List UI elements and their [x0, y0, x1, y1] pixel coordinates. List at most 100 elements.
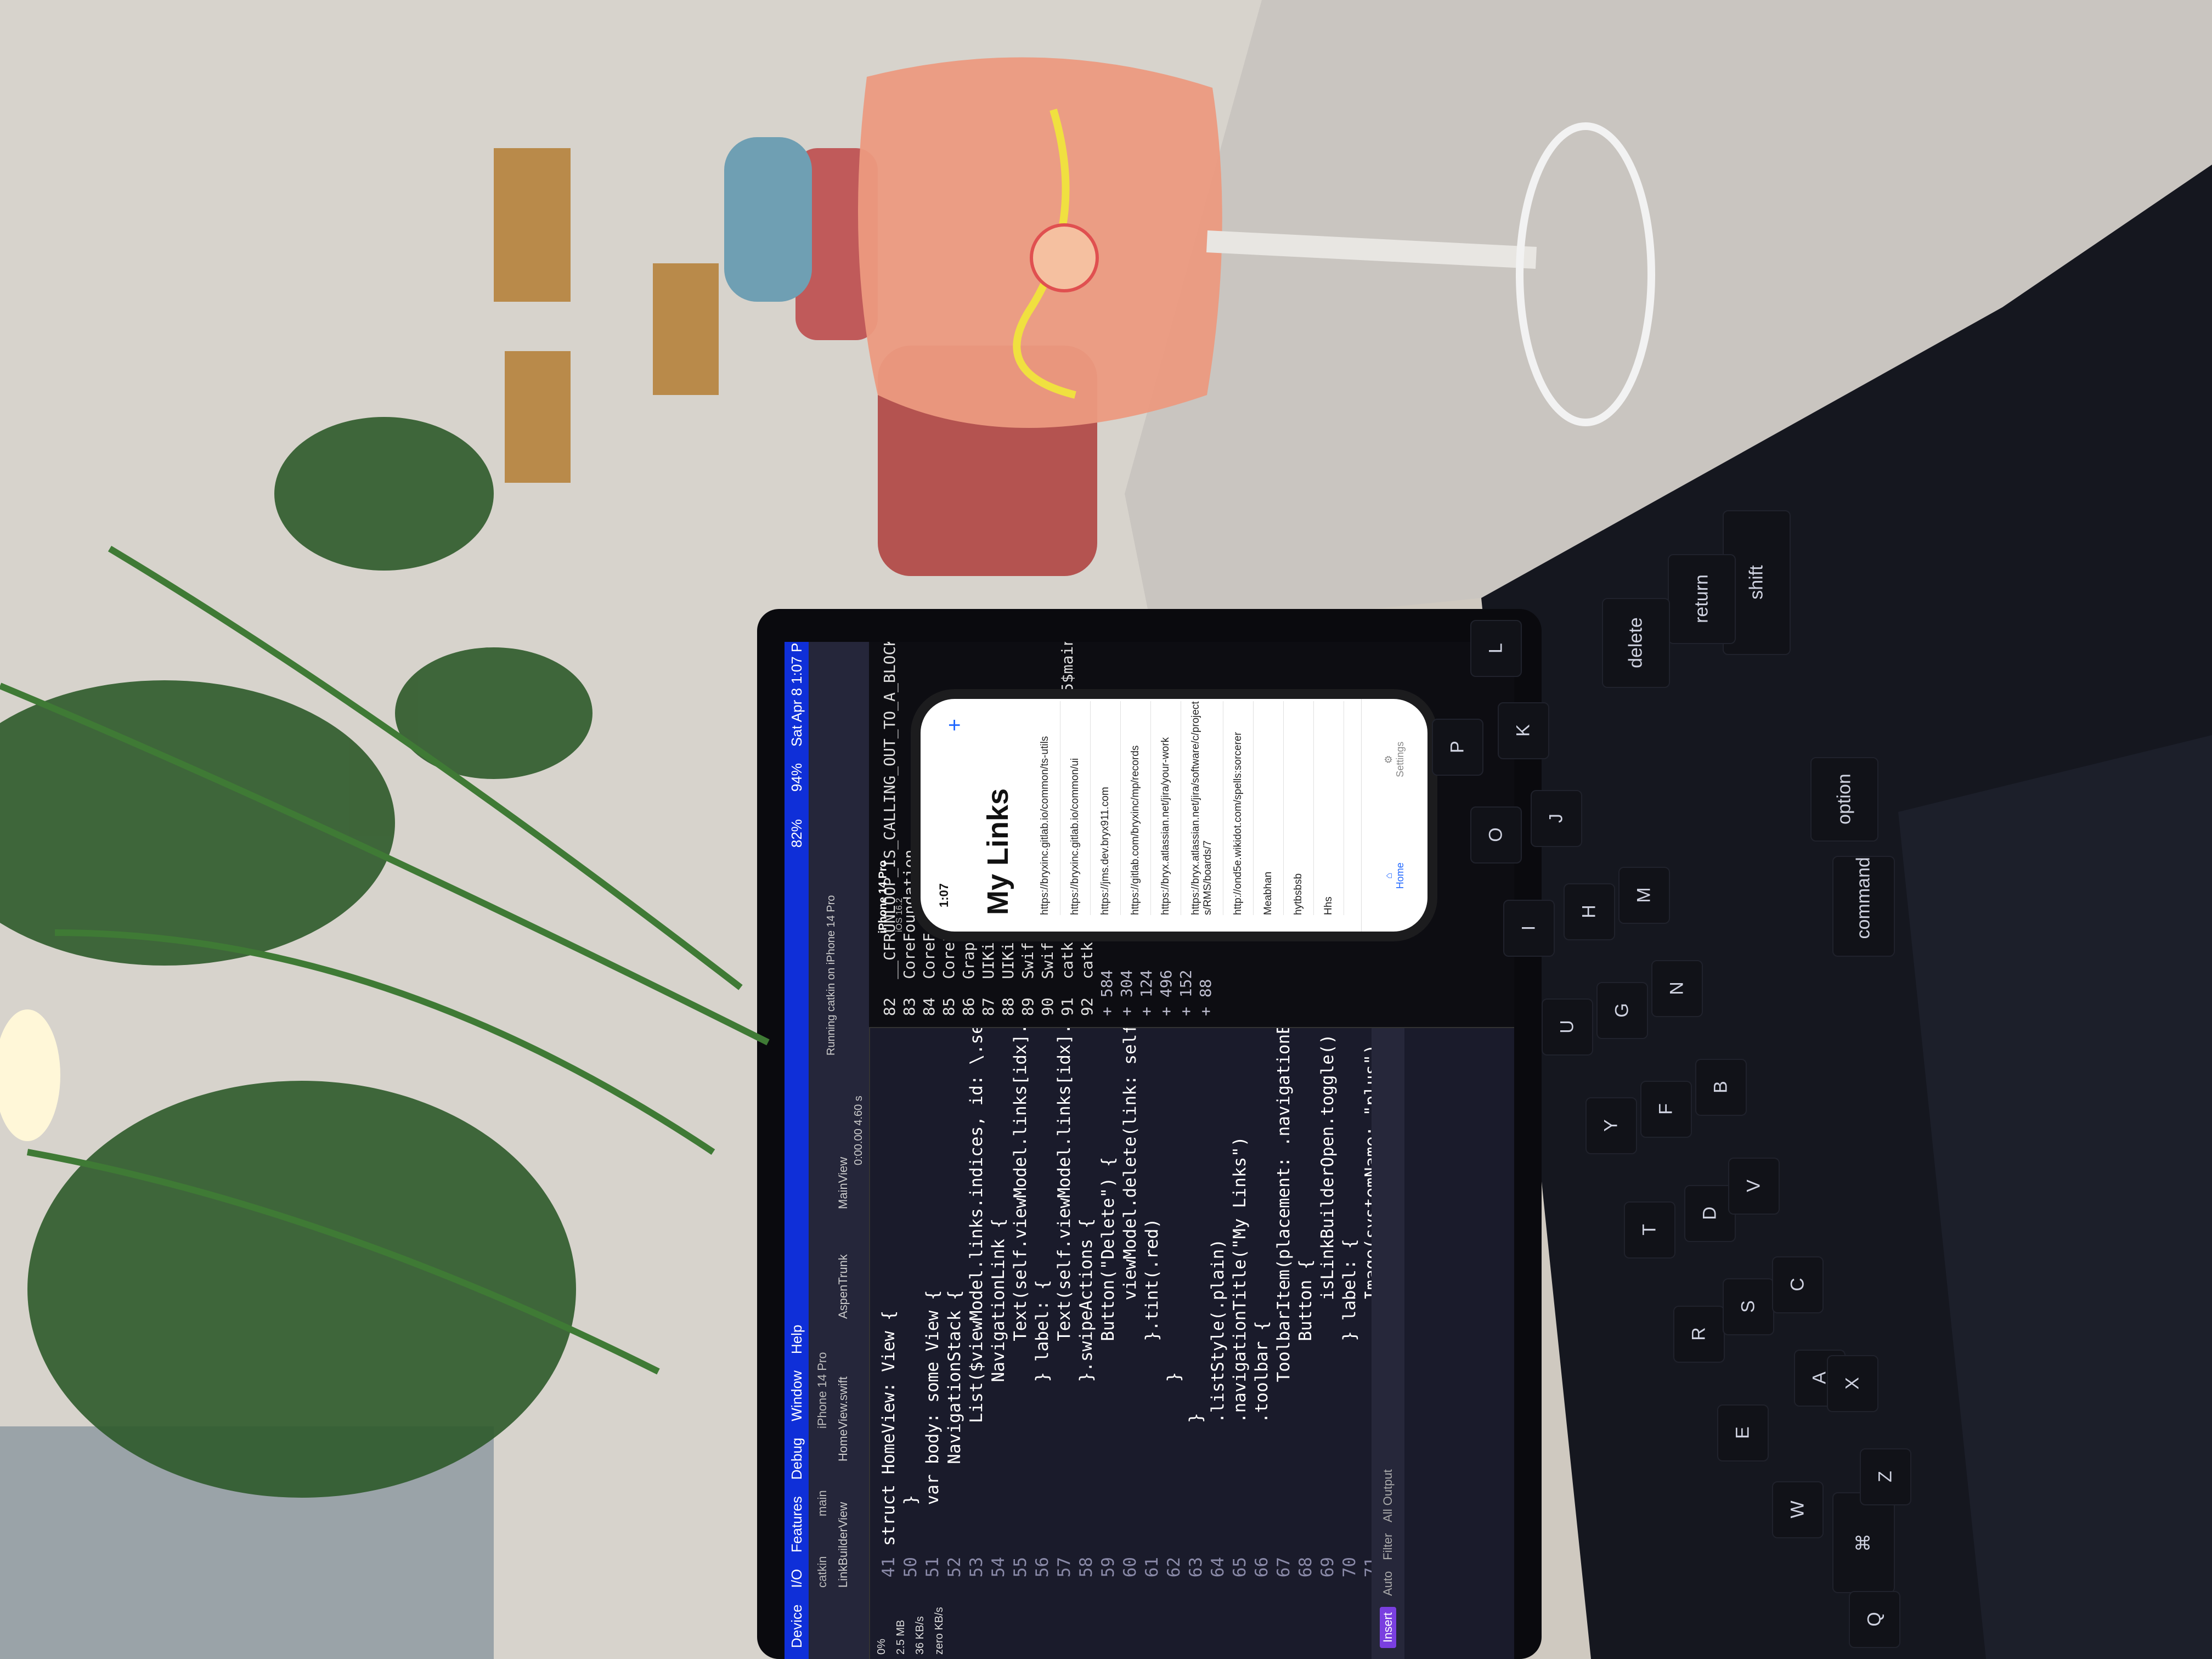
tab-mainview[interactable]: MainView — [836, 1157, 850, 1209]
key-label: S — [1737, 1300, 1759, 1313]
code-text: NavigationStack { — [945, 1290, 964, 1546]
keyboard-key[interactable]: G — [1596, 982, 1648, 1039]
link-list-item[interactable]: http://ond5e.wikidot.com/spells:sorcerer — [1223, 701, 1254, 915]
keyboard-key[interactable]: E — [1717, 1404, 1769, 1462]
project-name[interactable]: catkin — [815, 1556, 830, 1588]
keyboard-key[interactable]: S — [1723, 1278, 1774, 1335]
code-line[interactable]: 66 .toolbar { — [1251, 984, 1273, 1588]
menu-debug[interactable]: Debug — [788, 1438, 805, 1480]
code-line[interactable]: 58 }.swipeActions { — [1075, 984, 1097, 1588]
tab-aspentrunk[interactable]: AspenTrunk — [836, 1254, 850, 1319]
line-number: 55 — [1011, 1557, 1030, 1578]
memory-gauge[interactable]: 2.5 MB — [895, 1603, 907, 1655]
code-line[interactable]: 70 } label: { — [1339, 984, 1361, 1588]
keyboard-key[interactable]: N — [1651, 960, 1703, 1017]
code-editor[interactable]: 41struct HomeView: View {50 } 51 var body… — [878, 799, 1403, 1588]
filter-field[interactable]: Filter — [1381, 1533, 1395, 1560]
keyboard-key[interactable]: option — [1810, 757, 1878, 842]
link-list-item[interactable]: Meabhan — [1254, 701, 1284, 915]
code-text: }.swipeActions { — [1076, 1218, 1096, 1546]
code-line[interactable]: 64 .listStyle(.plain) — [1207, 984, 1229, 1588]
code-line[interactable]: 53 List($viewModel.links.indices, id: \.… — [966, 901, 988, 1588]
key-label: X — [1842, 1377, 1863, 1390]
code-line[interactable]: 50 } — [900, 984, 922, 1588]
code-line[interactable]: 41 struct HomeView: View { — [878, 984, 900, 1588]
code-text: }.tint(.red) — [1142, 1218, 1162, 1546]
keyboard-key[interactable]: L — [1470, 620, 1522, 677]
keyboard-key[interactable]: command — [1832, 856, 1895, 957]
key-label: Q — [1864, 1612, 1885, 1627]
keyboard-key[interactable]: return — [1668, 554, 1736, 644]
link-list-item[interactable]: https://bryx.atlassian.net/jira/software… — [1181, 701, 1223, 915]
key-label: delete — [1625, 617, 1646, 668]
keyboard-key[interactable]: Z — [1860, 1448, 1911, 1505]
code-line[interactable]: 60 viewModel.delete(link: self.viewModel… — [1119, 799, 1141, 1588]
keyboard-key[interactable]: T — [1624, 1201, 1675, 1259]
code-line[interactable]: 62 } — [1163, 984, 1185, 1588]
link-list-item[interactable]: https://bryxinc.gitlab.io/common/ui — [1060, 701, 1091, 915]
code-line[interactable]: 63 } — [1185, 984, 1207, 1588]
keyboard-key[interactable]: W — [1772, 1481, 1824, 1538]
line-number: 51 — [923, 1557, 943, 1578]
key-label: G — [1611, 1003, 1633, 1018]
code-line[interactable]: 69 isLinkBuilderOpen.toggle() — [1317, 984, 1339, 1588]
keyboard-key[interactable]: M — [1618, 867, 1670, 924]
link-list-item[interactable]: Hhs — [1314, 701, 1344, 915]
simulator-title-box: iPhone 14 Pro iOS 16.2 — [856, 790, 905, 955]
keyboard-key[interactable]: Q — [1849, 1591, 1900, 1648]
code-line[interactable]: 67 ToolbarItem(placement: .navigationBar… — [1273, 891, 1295, 1588]
line-number: 41 — [879, 1557, 899, 1578]
auto-label[interactable]: Auto — [1381, 1571, 1395, 1596]
keyboard-key[interactable]: C — [1772, 1256, 1824, 1313]
line-number: 69 — [1318, 1557, 1338, 1578]
code-line[interactable]: 59 Button("Delete") { — [1097, 984, 1119, 1588]
key-label: Y — [1600, 1119, 1622, 1132]
add-link-icon[interactable]: + — [943, 719, 967, 731]
tab-home[interactable]: ⌂ Home — [1383, 862, 1406, 889]
tab-linkbuilderview[interactable]: LinkBuilderView — [836, 1502, 850, 1588]
code-line[interactable]: 54 NavigationLink { — [988, 984, 1009, 1588]
code-line[interactable]: 57 Text(self.viewModel.links[idx].url) — [1053, 983, 1075, 1588]
keyboard-key[interactable]: O — [1470, 806, 1522, 864]
keyboard-key[interactable]: delete — [1602, 598, 1670, 688]
link-list-item[interactable]: https://gitlab.com/bryxinc/mp/records — [1121, 701, 1151, 915]
keyboard-key[interactable]: V — [1728, 1158, 1780, 1215]
keyboard-key[interactable]: X — [1827, 1355, 1878, 1412]
code-text: Text(self.viewModel.links[idx].url) — [1011, 983, 1030, 1546]
link-list-item[interactable]: hytbsbsb — [1284, 701, 1314, 915]
keyboard-key[interactable]: B — [1695, 1059, 1747, 1116]
network-in-gauge[interactable]: 36 KB/s — [914, 1603, 927, 1655]
network-out-gauge[interactable]: zero KB/s — [933, 1603, 946, 1655]
code-line[interactable]: 55 Text(self.viewModel.links[idx].url) — [1009, 983, 1031, 1588]
code-line[interactable]: 51 var body: some View { — [922, 984, 944, 1588]
menu-help[interactable]: Help — [788, 1325, 805, 1354]
keyboard-key[interactable]: P — [1432, 719, 1483, 776]
menu-device[interactable]: Device — [788, 1605, 805, 1648]
code-line[interactable]: 65 .navigationTitle("My Links") — [1229, 984, 1251, 1588]
keyboard-key[interactable]: R — [1673, 1306, 1725, 1363]
cpu-gauge[interactable]: 0% — [876, 1603, 888, 1655]
code-line[interactable]: 61 }.tint(.red) — [1141, 984, 1163, 1588]
keyboard-key[interactable]: J — [1531, 790, 1582, 847]
keyboard-key[interactable]: U — [1542, 998, 1593, 1056]
code-line[interactable]: 52 NavigationStack { — [944, 984, 966, 1588]
keyboard-key[interactable]: H — [1564, 883, 1615, 940]
menu-window[interactable]: Window — [788, 1370, 805, 1421]
link-list-item[interactable]: https://bryx.atlassian.net/jira/your-wor… — [1151, 701, 1181, 915]
keyboard-key[interactable]: Y — [1585, 1097, 1637, 1154]
keyboard-key[interactable]: F — [1640, 1081, 1692, 1138]
keyboard-key[interactable]: K — [1498, 702, 1549, 759]
link-list-item[interactable]: https://jms.dev.bryx911.com — [1091, 701, 1121, 915]
tab-settings[interactable]: ⚙ Settings — [1383, 742, 1406, 777]
scheme-target[interactable]: iPhone 14 Pro — [815, 1352, 830, 1429]
output-selector[interactable]: All Output — [1381, 1469, 1395, 1522]
line-number: 56 — [1032, 1557, 1052, 1578]
menu-features[interactable]: Features — [788, 1496, 805, 1553]
keyboard-key[interactable]: I — [1503, 900, 1555, 957]
code-line[interactable]: 56 } label: { — [1031, 984, 1053, 1588]
link-list-item[interactable]: https://bryxinc.gitlab.io/common/ts-util… — [1030, 701, 1060, 915]
cpu-status: 82% — [788, 819, 805, 848]
tab-homeview-swift[interactable]: HomeView.swift — [836, 1376, 850, 1462]
menu-io[interactable]: I/O — [788, 1569, 805, 1588]
code-line[interactable]: 68 Button { — [1295, 984, 1317, 1588]
